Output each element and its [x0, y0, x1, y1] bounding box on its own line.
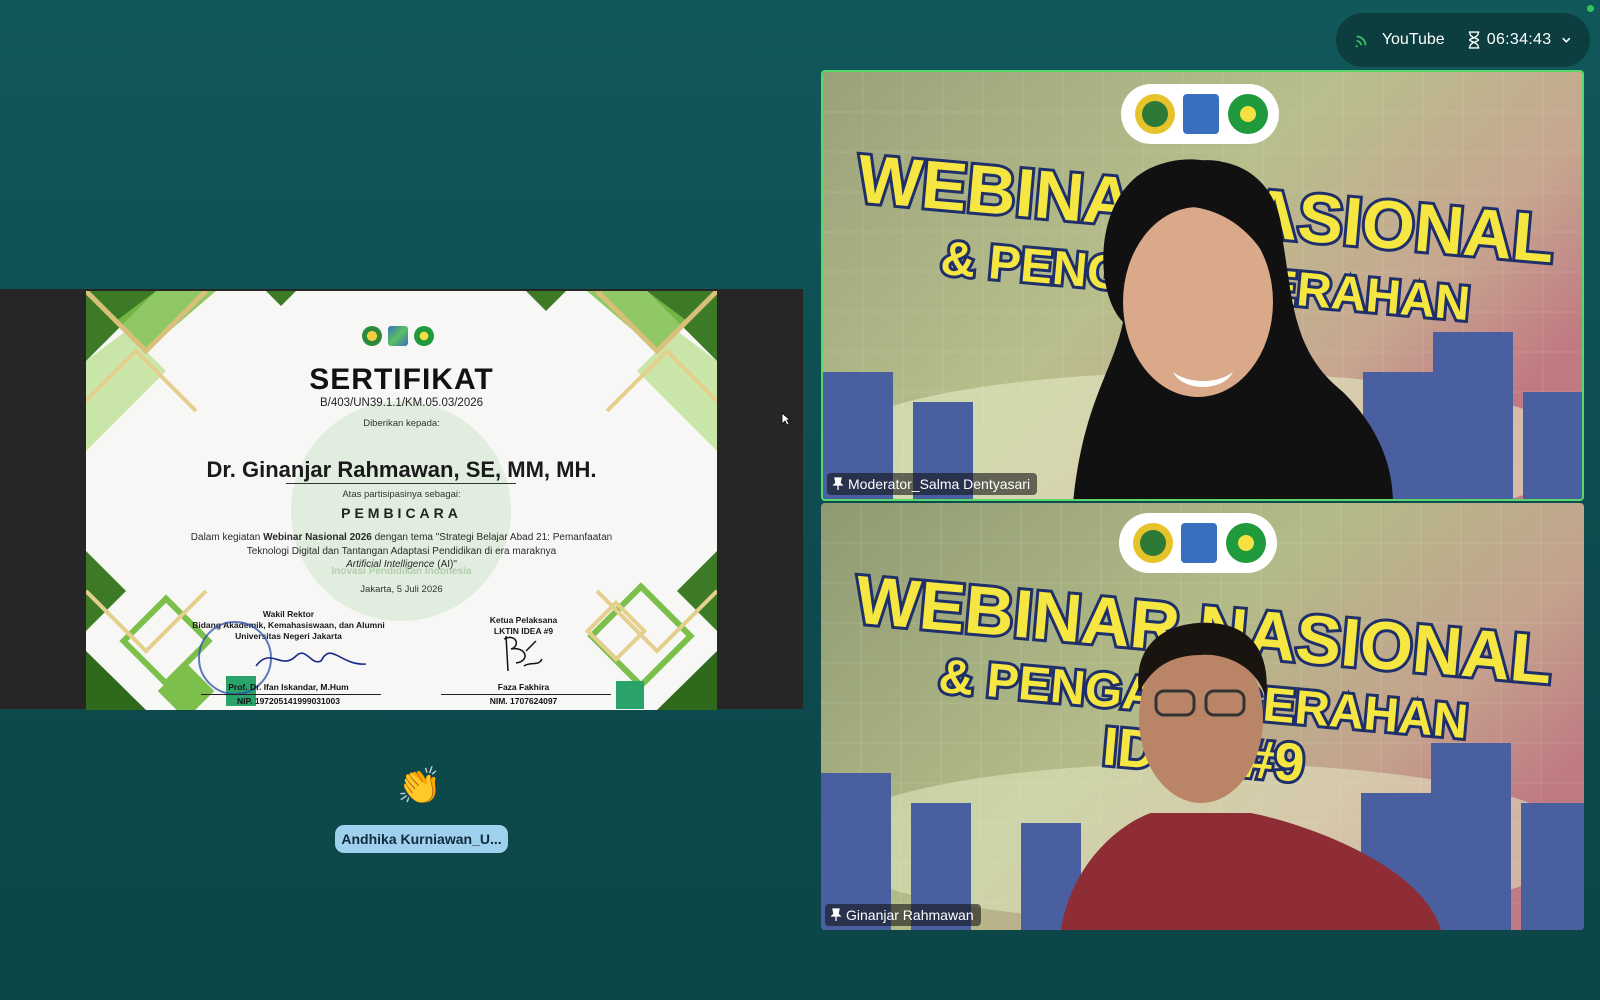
certificate-title: SERTIFIKAT — [309, 363, 494, 396]
watermark-text: Inovasi Pendidikan Indonesia — [331, 566, 472, 577]
pin-icon — [832, 477, 844, 490]
chevron-down-icon[interactable] — [1561, 34, 1572, 46]
webinar-background: WEBINAR NASIONAL & PENGANUGERAHAN IDEA #… — [821, 503, 1584, 930]
left-signer-id: NIP. 197205141999031003 — [237, 696, 340, 706]
right-signer-id: NIM. 1707624097 — [489, 696, 558, 706]
recipient-underline — [286, 483, 516, 484]
organization-logo-icon — [388, 326, 408, 346]
meeting-timer: 06:34:43 — [1486, 31, 1552, 48]
live-stream-status-bar[interactable]: YouTube 06:34:43 — [1336, 13, 1590, 67]
certificate-date: Jakarta, 5 Juli 2026 — [360, 584, 443, 595]
left-signer-title-1: Wakil Rektor — [262, 609, 315, 619]
left-signature-line — [201, 694, 381, 695]
participant-name-label: Ginanjar Rahmawan — [825, 904, 981, 926]
certificate-recipient: Dr. Ginanjar Rahmawan, SE, MM, MH. — [206, 457, 597, 482]
right-signer-title-1: Ketua Pelaksana — [489, 615, 558, 625]
participant-name-label: Moderator_Salma Dentyasari — [827, 473, 1038, 495]
reaction-participant-name[interactable]: Andhika Kurniawan_U... — [335, 825, 508, 853]
video-tile-moderator[interactable]: WEBINAR NASIONAL & PENGANUGERAHAN Modera… — [821, 70, 1584, 501]
certificate-given-to: Diberikan kepada: — [363, 418, 440, 429]
right-signature — [503, 635, 543, 672]
participant-name: Moderator_Salma Dentyasari — [848, 476, 1031, 492]
event-name: Webinar Nasional 2026 — [263, 532, 372, 543]
certificate-role: PEMBICARA — [341, 505, 462, 521]
hourglass-icon — [1468, 31, 1480, 49]
certificate-participation: Atas partisipasinya sebagai: — [342, 489, 461, 500]
idea-logo-icon — [414, 326, 434, 346]
video-tile-speaker[interactable]: WEBINAR NASIONAL & PENGANUGERAHAN IDEA #… — [821, 503, 1584, 930]
live-stream-icon — [1355, 35, 1367, 48]
webinar-background: WEBINAR NASIONAL & PENGANUGERAHAN — [823, 72, 1582, 499]
body-prefix: Dalam kegiatan — [190, 532, 261, 543]
stream-destination-label: YouTube — [1381, 31, 1445, 48]
right-signature-line — [441, 694, 611, 695]
participant-name: Ginanjar Rahmawan — [846, 907, 974, 923]
university-logo-icon — [362, 326, 382, 346]
right-signer-name: Faza Fakhira — [497, 682, 550, 692]
certificate-slide: SERTIFIKAT B/403/UN39.1.1/KM.05.03/2026 … — [86, 291, 717, 710]
left-signature — [255, 652, 367, 667]
pin-icon — [830, 908, 842, 921]
clapping-hands-icon: 👏 — [397, 765, 442, 806]
status-indicator-dot — [1587, 5, 1594, 12]
certificate-number: B/403/UN39.1.1/KM.05.03/2026 — [319, 397, 484, 409]
certificate-logos — [362, 326, 434, 346]
left-signer-name: Prof. Dr. Ifan Iskandar, M.Hum — [228, 682, 349, 692]
mouse-cursor-icon — [781, 412, 791, 426]
